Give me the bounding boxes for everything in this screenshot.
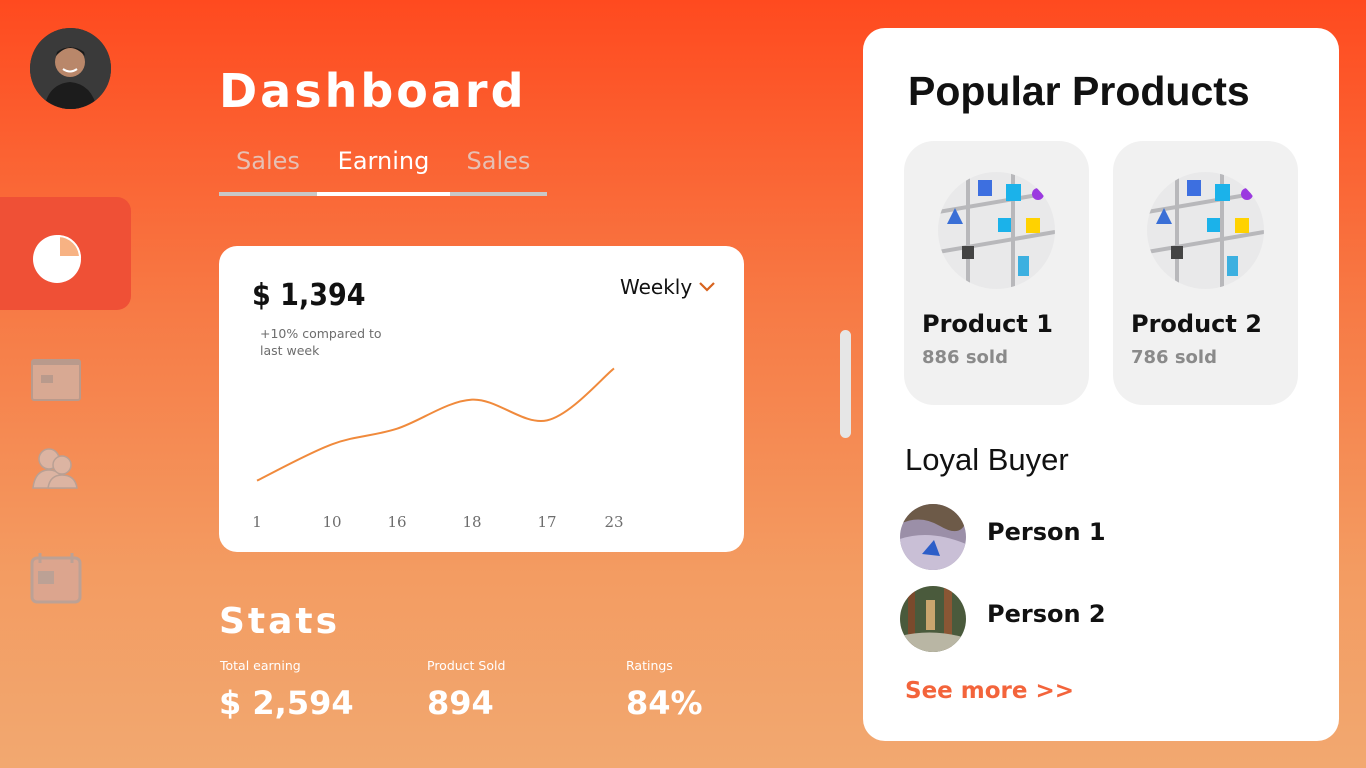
stat-value-ratings: 84% <box>626 684 703 722</box>
x-tick-label: 10 <box>322 513 341 531</box>
x-tick-label: 17 <box>537 513 556 531</box>
sidebar-item-window[interactable] <box>31 359 81 405</box>
right-panel: Popular Products Product 1 886 sold Prod… <box>863 28 1339 741</box>
see-more-link[interactable]: See more >> <box>905 678 1074 704</box>
popular-products-title: Popular Products <box>908 68 1250 114</box>
window-icon <box>31 359 81 401</box>
earning-line <box>256 367 615 482</box>
scrollbar[interactable] <box>840 330 851 438</box>
stat-label-product-sold: Product Sold <box>427 658 506 673</box>
earning-card: $ 1,394 +10% compared to last week Weekl… <box>219 246 744 552</box>
product-sold-1: 886 sold <box>922 347 1008 368</box>
stat-label-ratings: Ratings <box>626 658 673 673</box>
x-tick-label: 18 <box>462 513 481 531</box>
earning-chart: 1 10 16 18 17 23 <box>252 367 624 531</box>
buyer-name-1: Person 1 <box>987 518 1106 546</box>
x-tick-label: 16 <box>387 513 406 531</box>
buyer-name-2: Person 2 <box>987 600 1106 628</box>
stats-title: Stats <box>219 601 341 642</box>
product-name-1: Product 1 <box>922 310 1053 338</box>
user-avatar[interactable] <box>30 28 111 109</box>
product-image-2 <box>1147 172 1264 289</box>
tab-sales-2[interactable]: Sales <box>450 142 547 196</box>
users-icon <box>32 448 78 489</box>
stat-value-total-earning: $ 2,594 <box>219 684 354 722</box>
product-name-2: Product 2 <box>1131 310 1262 338</box>
pie-chart-icon[interactable] <box>32 234 82 288</box>
x-tick-label: 1 <box>252 513 262 531</box>
buyer-avatar-2 <box>900 586 966 652</box>
buyer-row-2[interactable]: Person 2 <box>900 586 1200 652</box>
page-title: Dashboard <box>219 64 527 118</box>
stat-value-product-sold: 894 <box>427 684 494 722</box>
product-sold-2: 786 sold <box>1131 347 1217 368</box>
stat-label-total-earning: Total earning <box>220 658 301 673</box>
buyer-row-1[interactable]: Person 1 <box>900 504 1200 570</box>
loyal-buyer-title: Loyal Buyer <box>905 442 1069 477</box>
calendar-icon <box>30 553 82 604</box>
buyer-avatar-1 <box>900 504 966 570</box>
sidebar-item-users[interactable] <box>32 448 78 494</box>
tab-sales[interactable]: Sales <box>219 142 317 196</box>
product-card-2[interactable]: Product 2 786 sold <box>1113 141 1298 405</box>
tab-earning[interactable]: Earning <box>317 142 450 196</box>
x-tick-label: 23 <box>604 513 623 531</box>
tab-bar: Sales Earning Sales <box>219 142 547 196</box>
sidebar-item-calendar[interactable] <box>29 551 83 609</box>
product-card-1[interactable]: Product 1 886 sold <box>904 141 1089 405</box>
product-image-1 <box>938 172 1055 289</box>
